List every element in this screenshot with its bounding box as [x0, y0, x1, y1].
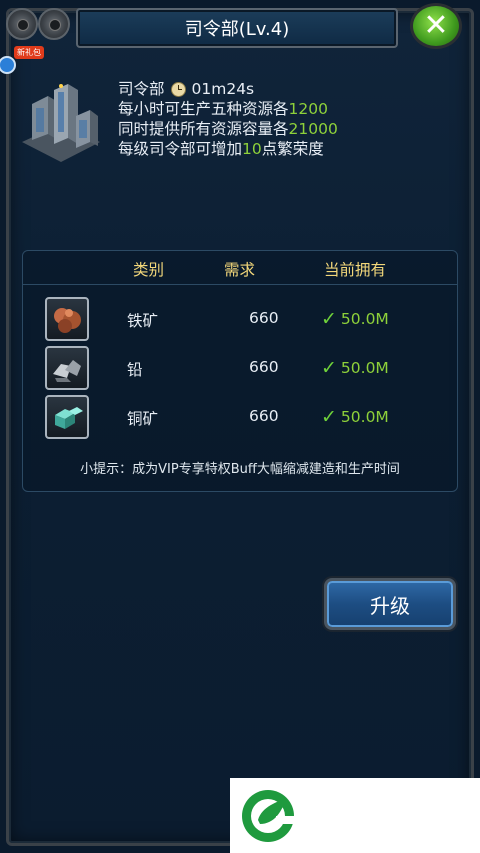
check-icon: ✓ [321, 406, 337, 428]
capacity-line: 同时提供所有资源容量各21000 [118, 119, 338, 139]
gift-icon [0, 56, 16, 74]
dialog-title: 司令部(Lv.4) [184, 19, 290, 40]
building-info: 司令部 01m24s 每小时可生产五种资源各1200 同时提供所有资源容量各21… [118, 79, 338, 159]
upgrade-label: 升级 [370, 593, 410, 618]
title-bar: 司令部(Lv.4) [76, 8, 398, 48]
build-timer: 01m24s [191, 80, 255, 98]
prosperity-text: 每级司令部可增加 [118, 140, 243, 158]
header-have: 当前拥有 [324, 261, 387, 279]
iron-ore-icon [45, 297, 89, 341]
check-icon: ✓ [321, 308, 337, 330]
prosperity-value: 10 [242, 140, 262, 158]
gift-badge: 新礼包 [14, 46, 44, 59]
resource-need: 660 [249, 309, 279, 327]
check-icon: ✓ [321, 357, 337, 379]
resource-have-value: 50.0M [340, 359, 389, 377]
production-text: 每小时可生产五种资源各 [118, 100, 289, 118]
lead-ore-icon [45, 346, 89, 390]
production-value: 1200 [288, 100, 328, 118]
clock-icon [170, 81, 186, 97]
header-category: 类别 [133, 261, 165, 279]
resource-need: 660 [249, 358, 279, 376]
gear-decoration-icon [6, 8, 38, 40]
prosperity-line: 每级司令部可增加10点繁荣度 [118, 139, 338, 159]
resource-have: ✓ 50.0M [321, 406, 389, 428]
table-row: 铜矿 660 ✓ 50.0M [23, 395, 457, 441]
table-row: 铁矿 660 ✓ 50.0M [23, 297, 457, 343]
leaf-logo-icon [242, 790, 296, 842]
prosperity-suffix: 点繁荣度 [261, 140, 324, 158]
command-center-building-icon [18, 82, 104, 168]
upgrade-button[interactable]: 升级 [324, 578, 456, 630]
gear-decoration-icon [38, 8, 70, 40]
building-name: 司令部 [118, 80, 165, 98]
resource-have-value: 50.0M [340, 408, 389, 426]
header-need: 需求 [224, 261, 256, 279]
capacity-text: 同时提供所有资源容量各 [118, 120, 289, 138]
copper-ore-icon [45, 395, 89, 439]
close-button[interactable]: ✕ [410, 3, 462, 49]
production-line: 每小时可生产五种资源各1200 [118, 99, 338, 119]
table-row: 铅 660 ✓ 50.0M [23, 346, 457, 392]
watermark-logo [230, 778, 480, 853]
resource-need: 660 [249, 407, 279, 425]
resource-name: 铁矿 [127, 312, 159, 330]
resource-name: 铜矿 [127, 410, 159, 428]
table-header: 类别 需求 当前拥有 [23, 251, 457, 285]
resource-name: 铅 [127, 361, 143, 379]
resource-requirements-table: 类别 需求 当前拥有 铁矿 660 ✓50.0M 铅 660 ✓50.0M [22, 250, 458, 492]
vip-tip: 小提示：成为VIP专享特权Buff大幅缩减建造和生产时间 [80, 462, 400, 477]
resource-have-value: 50.0M [340, 310, 389, 328]
close-icon: ✕ [423, 8, 449, 43]
capacity-value: 21000 [288, 120, 338, 138]
resource-have: ✓ 50.0M [321, 357, 389, 379]
resource-have: ✓ 50.0M [321, 308, 389, 330]
